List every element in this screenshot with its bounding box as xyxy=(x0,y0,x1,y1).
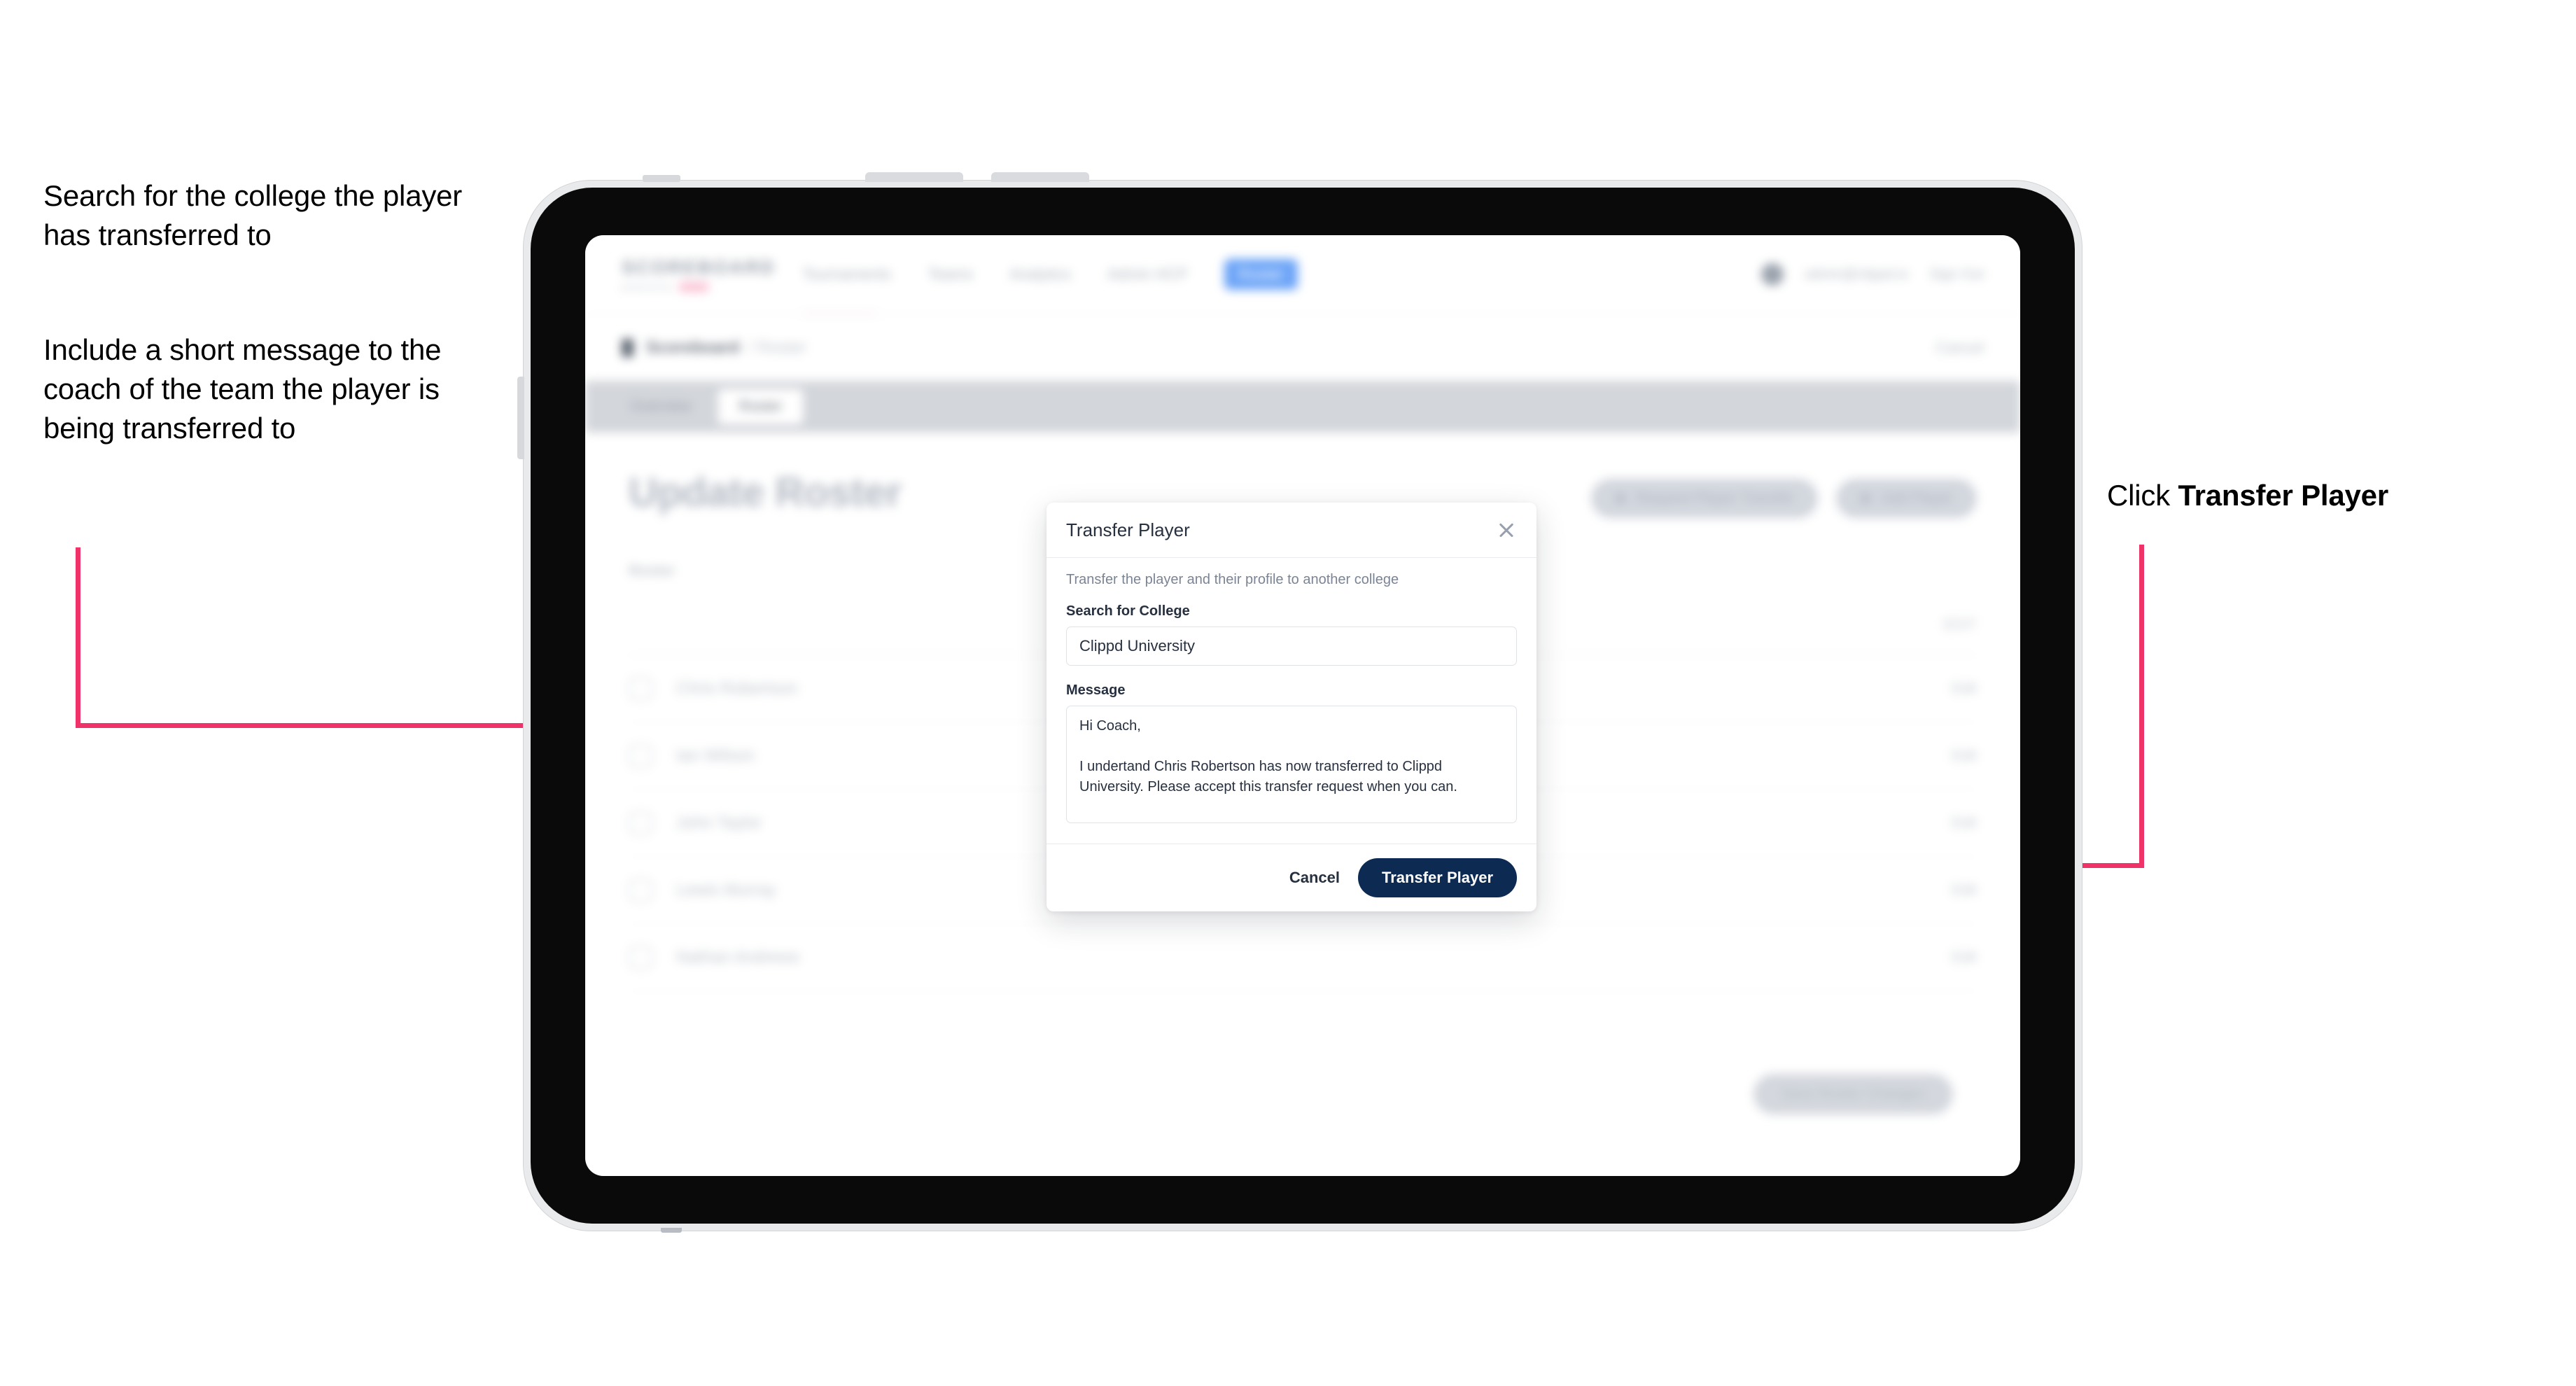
modal-title: Transfer Player xyxy=(1066,519,1190,540)
avatar[interactable] xyxy=(1761,263,1784,286)
edit-label: Edit xyxy=(1951,680,1977,696)
annotation-click-bold: Transfer Player xyxy=(2178,479,2388,512)
tab-overview[interactable]: Overview xyxy=(609,389,713,424)
pencil-icon xyxy=(1929,816,1943,830)
player-name: Nathan Andrews xyxy=(676,947,800,967)
close-icon[interactable] xyxy=(1494,518,1518,542)
navbar-right: admin@clippd.io Sign Out xyxy=(1761,263,1984,286)
nav-item-teams[interactable]: Teams xyxy=(927,265,973,284)
annotation-line-left-vertical xyxy=(76,547,80,728)
transfer-player-button[interactable]: Transfer Player xyxy=(1358,858,1517,897)
row-checkbox[interactable] xyxy=(629,878,652,902)
annotation-include-message: Include a short message to the coach of … xyxy=(43,333,442,444)
modal-body: Transfer the player and their profile to… xyxy=(1046,558,1536,844)
transfer-player-modal: Transfer Player Transfer the player and … xyxy=(1046,503,1536,911)
nav-item-roster[interactable]: Roster xyxy=(1224,259,1298,290)
add-player-button[interactable]: Add Player xyxy=(1836,479,1977,518)
search-college-input[interactable] xyxy=(1066,626,1517,666)
pencil-icon xyxy=(1929,749,1943,762)
message-label: Message xyxy=(1066,682,1126,698)
modal-description: Transfer the player and their profile to… xyxy=(1066,572,1399,587)
pencil-icon xyxy=(1929,682,1943,695)
mic-hole xyxy=(643,175,680,182)
sign-out-link[interactable]: Sign Out xyxy=(1929,267,1984,283)
save-roster-changes-button[interactable]: Save Roster Changes xyxy=(1753,1074,1953,1114)
player-name: Ian Wilson xyxy=(676,746,755,765)
clippd-badge xyxy=(678,282,710,292)
tab-bar: Overview Roster xyxy=(585,381,2020,433)
navbar-links: Tournaments Teams Analytics Admin HCP Ro… xyxy=(802,259,1298,290)
edit-player-button[interactable]: Edit xyxy=(1929,680,1977,697)
player-name: Chris Robertson xyxy=(676,678,798,698)
modal-header: Transfer Player xyxy=(1046,503,1536,558)
table-row[interactable]: Nathan Andrews Edit xyxy=(629,924,1977,991)
breadcrumb-sub: / Roster xyxy=(748,337,807,357)
annotation-line-right-vertical xyxy=(2139,545,2144,868)
edit-label: Edit xyxy=(1951,814,1977,831)
volume-up-button[interactable] xyxy=(865,172,963,182)
brand-subline: powered by xyxy=(622,282,762,292)
book-icon xyxy=(622,338,634,357)
edit-label: Edit xyxy=(1951,747,1977,764)
pencil-icon xyxy=(1929,951,1943,964)
arrows-transfer-icon xyxy=(1614,493,1626,504)
annotation-click-transfer: Click Transfer Player xyxy=(2107,476,2541,515)
submit-row: Save Roster Changes xyxy=(629,1074,1977,1114)
page-action-buttons: Request Player Transfer Add Player xyxy=(1590,469,1977,518)
edit-player-button[interactable]: Edit xyxy=(1929,948,1977,966)
breadcrumb-cancel-link[interactable]: Cancel xyxy=(1936,339,1984,357)
volume-down-button[interactable] xyxy=(991,172,1089,182)
edit-player-button[interactable]: Edit xyxy=(1929,881,1977,899)
request-player-transfer-label: Request Player Transfer xyxy=(1635,490,1795,506)
cancel-button[interactable]: Cancel xyxy=(1289,869,1340,887)
brand-name: SCOREBOARD xyxy=(622,257,776,278)
account-email: admin@clippd.io xyxy=(1805,266,1909,282)
breadcrumb-bar: Scoreboard / Roster Cancel xyxy=(585,314,2020,381)
speaker-port xyxy=(661,1228,682,1233)
row-checkbox[interactable] xyxy=(629,676,652,701)
edit-label: Edit xyxy=(1951,948,1977,965)
search-college-label: Search for College xyxy=(1066,603,1190,619)
annotation-click-prefix: Click xyxy=(2107,479,2178,512)
player-name: John Taylor xyxy=(676,813,762,832)
page-title: Update Roster xyxy=(629,470,902,515)
breadcrumb-main[interactable]: Scoreboard xyxy=(646,338,739,358)
add-player-label: Add Player xyxy=(1881,490,1953,506)
column-header-edit: EDIT xyxy=(1943,616,1977,633)
pencil-icon xyxy=(1929,883,1943,897)
request-player-transfer-button[interactable]: Request Player Transfer xyxy=(1590,479,1819,518)
row-checkbox[interactable] xyxy=(629,743,652,768)
plus-icon xyxy=(1860,493,1872,504)
tab-roster[interactable]: Roster xyxy=(718,389,804,424)
message-textarea[interactable]: Hi Coach, I undertand Chris Robertson ha… xyxy=(1066,706,1517,823)
nav-item-analytics[interactable]: Analytics xyxy=(1009,265,1071,284)
screenshot-root: Search for the college the player has tr… xyxy=(0,0,2576,1386)
row-checkbox[interactable] xyxy=(629,945,652,969)
edit-label: Edit xyxy=(1951,881,1977,898)
player-name: Lewis Murray xyxy=(676,880,776,899)
brand-powered-by: powered by xyxy=(622,282,673,292)
nav-item-admin-hcp[interactable]: Admin HCP xyxy=(1107,265,1188,284)
nav-item-tournaments[interactable]: Tournaments xyxy=(802,265,891,284)
power-button[interactable] xyxy=(517,377,524,459)
app-navbar: SCOREBOARD powered by Tournaments Teams … xyxy=(585,235,2020,318)
row-checkbox[interactable] xyxy=(629,811,652,835)
edit-player-button[interactable]: Edit xyxy=(1929,747,1977,764)
edit-player-button[interactable]: Edit xyxy=(1929,814,1977,832)
modal-footer: Cancel Transfer Player xyxy=(1046,844,1536,911)
annotation-search-college: Search for the college the player has tr… xyxy=(43,179,463,251)
brand-logo[interactable]: SCOREBOARD powered by xyxy=(622,257,776,292)
